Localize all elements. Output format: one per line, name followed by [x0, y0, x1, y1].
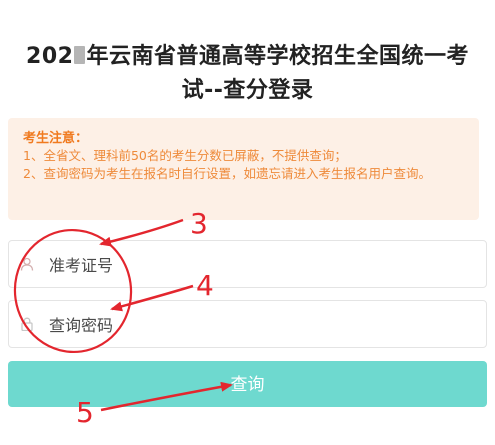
exam-number-input[interactable]: [49, 249, 469, 281]
redaction-mark: [74, 46, 86, 64]
exam-number-field[interactable]: [8, 240, 487, 288]
notice-heading: 考生注意：: [23, 131, 89, 146]
notice-line-2: 2、查询密码为考生在报名时自行设置，如遗忘请进入考生报名用户查询。: [23, 166, 431, 181]
password-input[interactable]: [49, 309, 469, 341]
password-field[interactable]: [8, 300, 487, 348]
query-button[interactable]: 查询: [8, 361, 487, 407]
page-title-line-1: 202 年云南省普通高等学校招生全国统一考: [0, 40, 495, 74]
page-title: 202 年云南省普通高等学校招生全国统一考 试--查分登录: [0, 40, 495, 108]
title-main-text: 年云南省普通高等学校招生全国统一考: [86, 44, 469, 69]
user-icon: [20, 257, 34, 271]
lock-icon: [21, 317, 33, 331]
notice-line-1: 1、全省文、理科前50名的考生分数已屏蔽，不提供查询；: [23, 148, 347, 163]
notice-box: 考生注意： 1、全省文、理科前50名的考生分数已屏蔽，不提供查询； 2、查询密码…: [8, 118, 479, 220]
page-title-line-2: 试--查分登录: [181, 78, 314, 103]
title-year-prefix: 202: [26, 44, 74, 69]
